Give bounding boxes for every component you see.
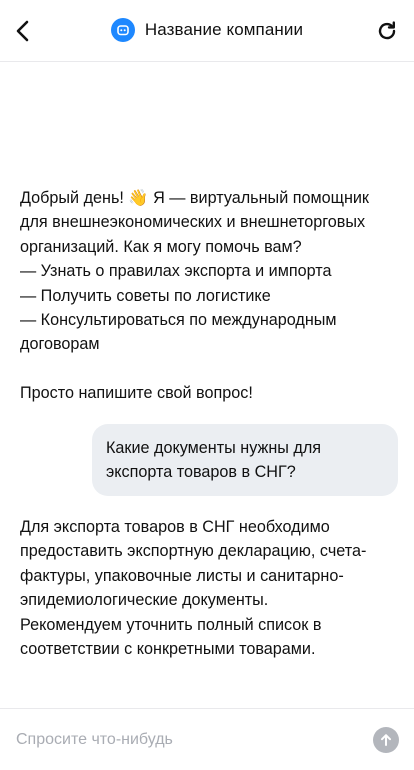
message-line: Для экспорта товаров в СНГ необходимо — [20, 518, 330, 536]
message-line: — Узнать о правилах экспорта и импорта — [20, 262, 332, 281]
page-title: Название компании — [144, 20, 304, 39]
bot-message-greeting: Добрый день! 👋 Я — виртуальный помощник … — [20, 186, 400, 406]
refresh-icon — [378, 21, 396, 40]
composer — [0, 708, 414, 770]
user-message-bubble: Какие документы нужны для экспорта товар… — [92, 424, 398, 496]
bot-icon — [110, 18, 135, 42]
message-line: соответствии с конкретными товарами. — [20, 640, 316, 659]
message-line: для внешнеэкономических и внешнеторговых — [20, 213, 366, 232]
message-line: Просто напишите свой вопрос! — [20, 384, 253, 403]
message-line: — Консультироваться по международным — [20, 311, 337, 330]
message-list[interactable]: Добрый день! 👋 Я — виртуальный помощник … — [0, 62, 414, 708]
refresh-button[interactable] — [372, 16, 402, 46]
arrow-up-icon — [381, 734, 391, 746]
message-line: эпидемиологические документы. — [20, 591, 269, 610]
header-title-group: Название компании — [0, 18, 414, 42]
message-line: договорам — [20, 335, 100, 354]
bot-message-answer: Для экспорта товаров в СНГ необходимо пр… — [20, 515, 400, 661]
message-line: фактуры, упаковочные листы и санитарно- — [20, 566, 344, 585]
message-line: — Получить советы по логистике — [20, 286, 271, 305]
chat-screen: Название компании Добрый день! 👋 Я — вир… — [0, 0, 414, 770]
message-line: предоставить экспортную декларацию, счет… — [20, 542, 367, 561]
header: Название компании — [0, 0, 414, 62]
message-line: Добрый день! 👋 Я — виртуальный помощник — [20, 189, 370, 207]
message-input[interactable] — [16, 727, 356, 753]
message-line: экспорта товаров в СНГ? — [106, 463, 296, 482]
message-line: Рекомендуем уточнить полный список в — [20, 615, 322, 634]
message-line: Какие документы нужны для — [106, 439, 322, 457]
send-button[interactable] — [373, 727, 399, 753]
message-line: организаций. Как я могу помочь вам? — [20, 237, 302, 256]
